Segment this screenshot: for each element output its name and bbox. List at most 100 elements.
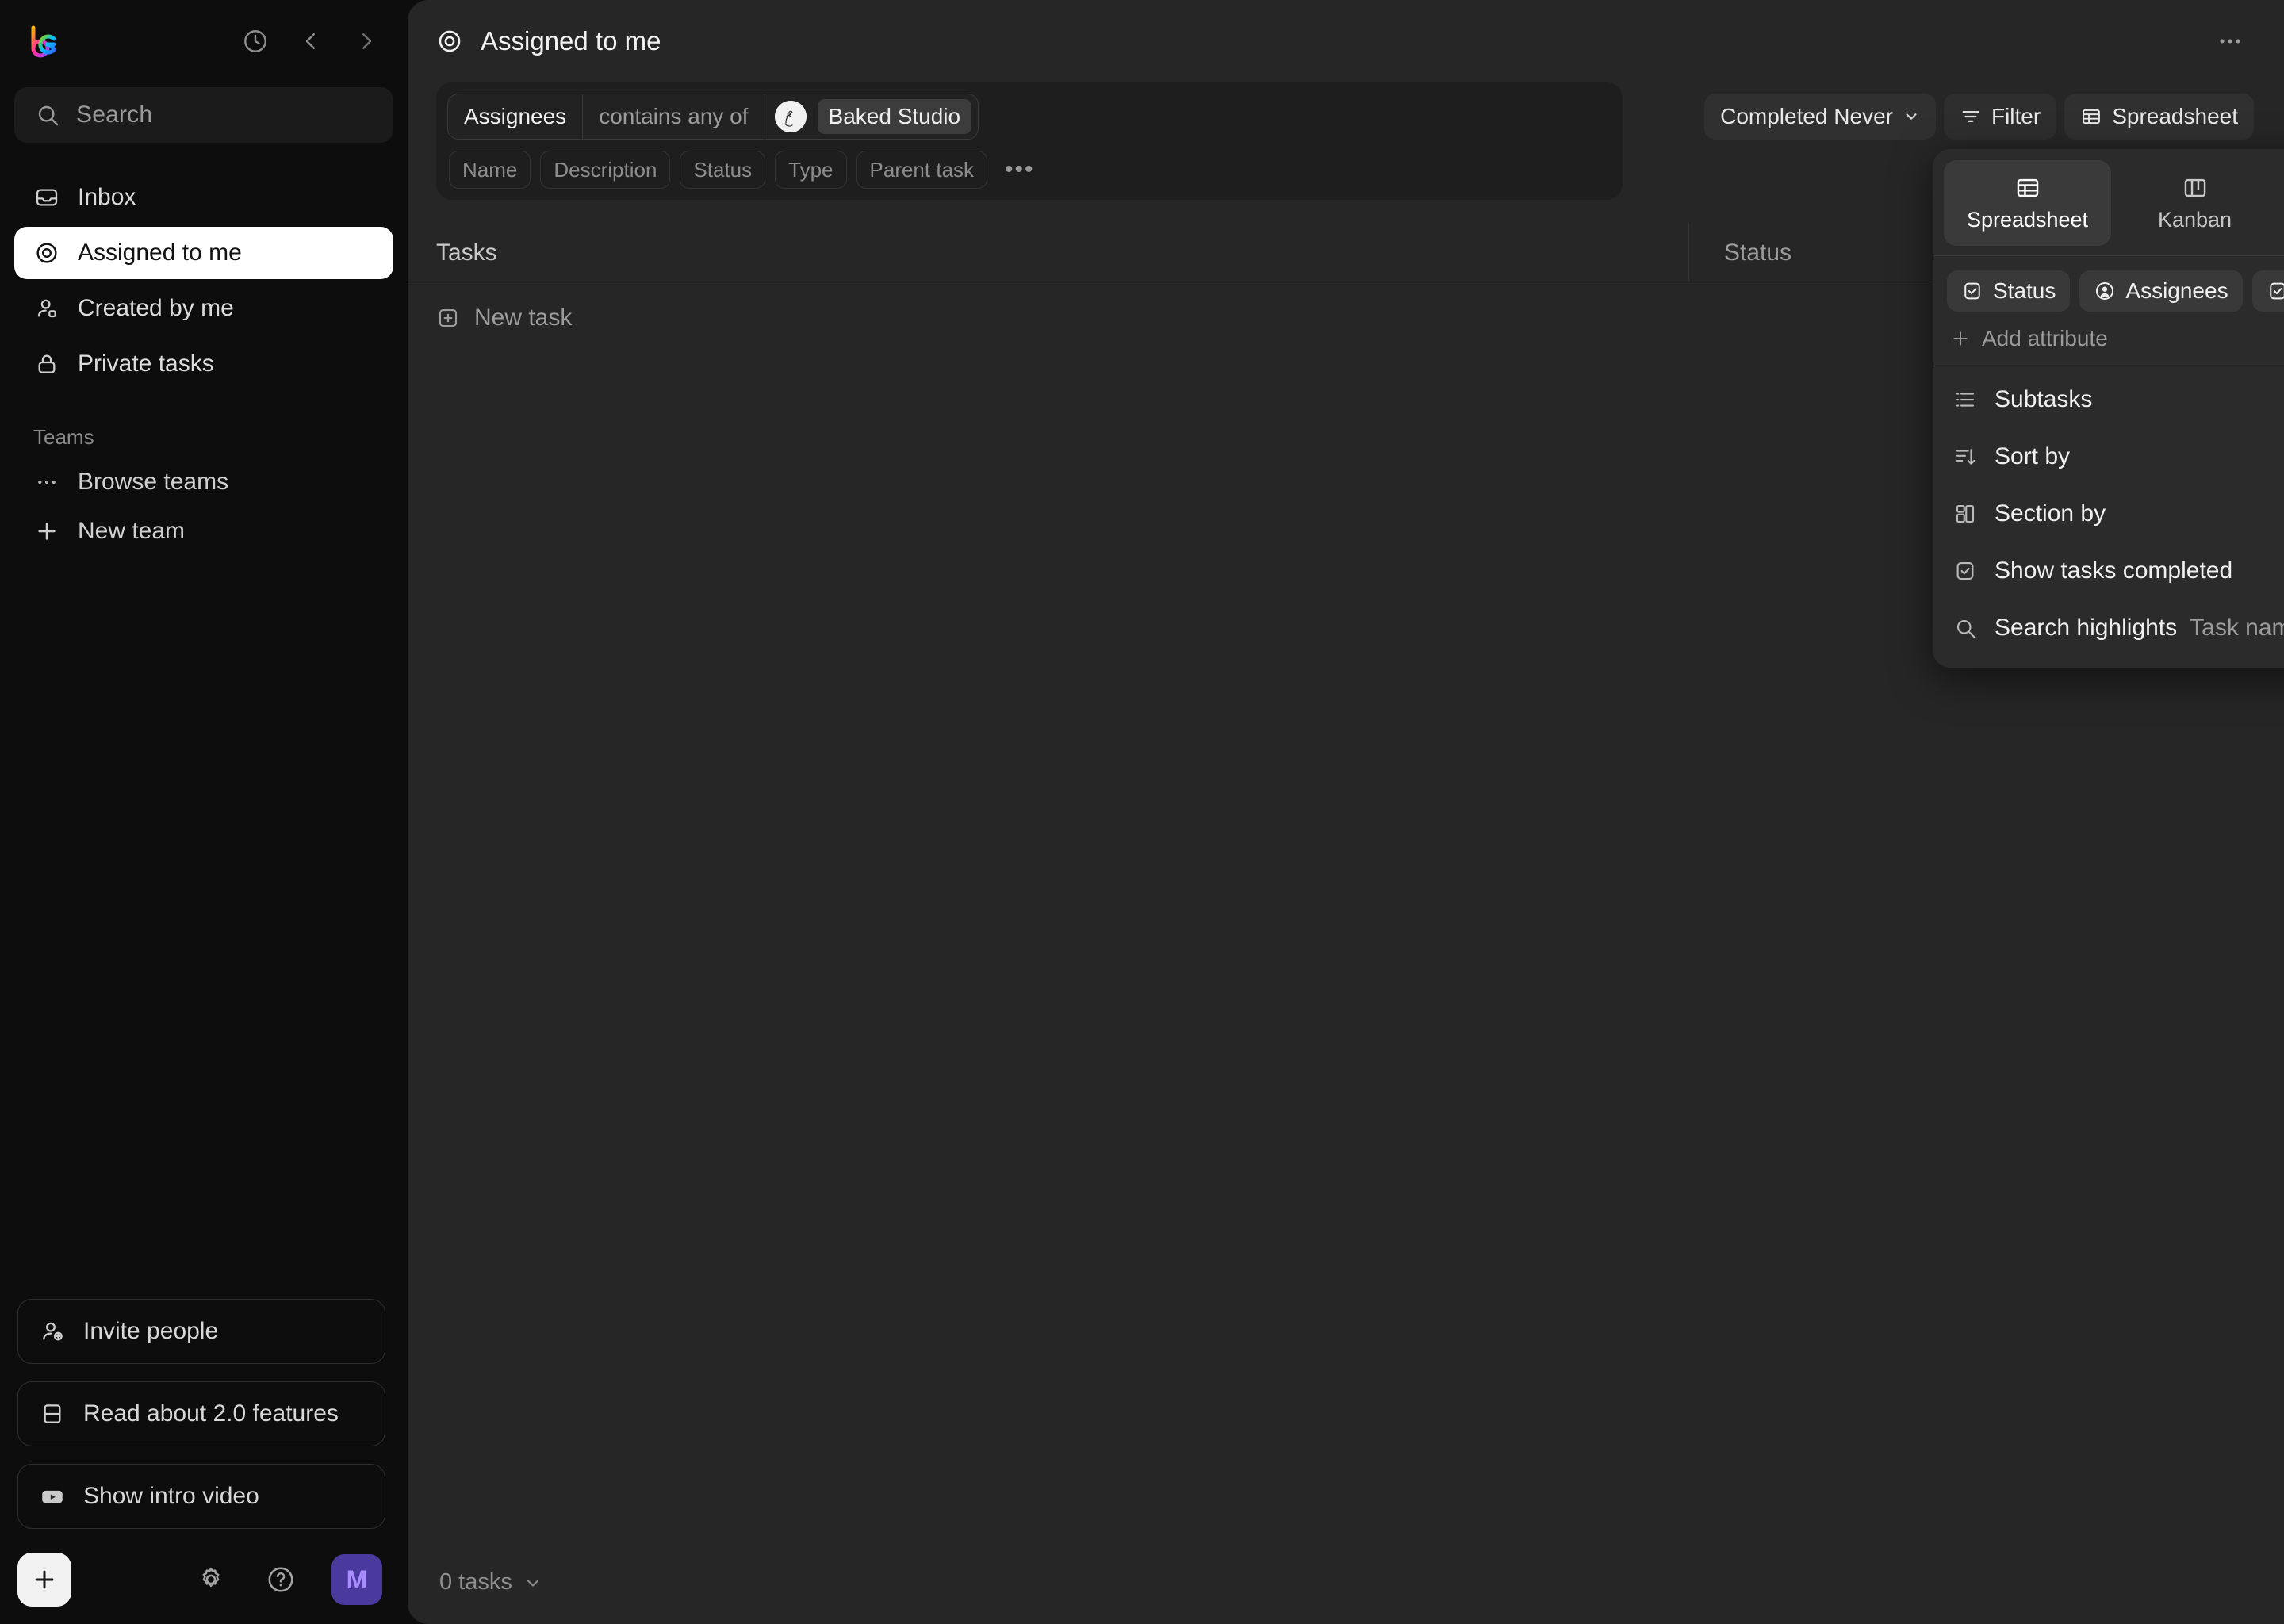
filter-shell: Assignees contains any of Baked Studio N… bbox=[436, 82, 1623, 200]
button-label: Show intro video bbox=[83, 1482, 259, 1509]
panel-attribute-chips: Status Assignees bbox=[1933, 256, 2284, 315]
button-label: Read about 2.0 features bbox=[83, 1400, 339, 1427]
sidebar-item-browse-teams[interactable]: Browse teams bbox=[14, 458, 393, 507]
new-task-label: New task bbox=[474, 304, 573, 331]
target-icon bbox=[436, 28, 463, 55]
kanban-icon bbox=[2182, 174, 2209, 201]
sidebar-item-label: Created by me bbox=[78, 295, 234, 321]
task-count[interactable]: 0 tasks bbox=[439, 1569, 542, 1595]
attribute-chip-name[interactable]: Name bbox=[449, 151, 531, 189]
question-circle-icon[interactable] bbox=[262, 1561, 300, 1599]
view-type-tabs: Spreadsheet Kanban bbox=[1933, 149, 2284, 255]
search-placeholder: Search bbox=[76, 102, 153, 128]
filter-icon bbox=[1962, 111, 1979, 122]
list-indent-icon bbox=[1952, 386, 1979, 413]
ellipsis-icon bbox=[33, 469, 60, 496]
view-options-panel: Spreadsheet Kanban Status Assignees Add … bbox=[1933, 149, 2284, 668]
tab-spreadsheet[interactable]: Spreadsheet bbox=[1944, 160, 2111, 246]
sidebar-item-label: Inbox bbox=[78, 184, 136, 210]
filter-key: Assignees bbox=[464, 104, 567, 128]
page-more-menu-button[interactable] bbox=[2209, 21, 2251, 62]
inbox-icon bbox=[33, 184, 60, 211]
attribute-chip-type[interactable]: Type bbox=[775, 151, 847, 189]
sidebar-item-new-team[interactable]: New team bbox=[14, 507, 393, 556]
person-circle-icon bbox=[2094, 280, 2116, 302]
gear-icon[interactable] bbox=[192, 1561, 230, 1599]
view-type-button[interactable]: Spreadsheet bbox=[2064, 94, 2254, 140]
check-square-icon bbox=[2267, 280, 2284, 302]
attribute-more-button[interactable]: ••• bbox=[997, 156, 1043, 183]
sidebar-footer: M bbox=[17, 1553, 385, 1607]
column-header-status: Status bbox=[1724, 239, 1792, 266]
tab-kanban[interactable]: Kanban bbox=[2111, 160, 2278, 246]
invite-people-button[interactable]: Invite people bbox=[17, 1299, 385, 1364]
filter-pill-assignees[interactable]: Assignees contains any of Baked Studio bbox=[447, 94, 979, 140]
sidebar-item-private-tasks[interactable]: Private tasks bbox=[14, 338, 393, 390]
tab-label: Spreadsheet bbox=[1966, 207, 2089, 232]
user-icon bbox=[33, 295, 60, 322]
panel-chip-status[interactable]: Status bbox=[1947, 270, 2071, 312]
sidebar-top-actions bbox=[236, 22, 385, 60]
baked-studio-avatar bbox=[774, 101, 807, 132]
sidebar-item-label: New team bbox=[78, 518, 186, 544]
spreadsheet-icon bbox=[2014, 174, 2041, 201]
filter-operator: contains any of bbox=[582, 94, 765, 139]
panel-chip-assignees[interactable]: Assignees bbox=[2079, 270, 2243, 312]
sidebar-item-assigned-to-me[interactable]: Assigned to me bbox=[14, 227, 393, 279]
toolbar-right: Completed Never Filter Spreadsheet bbox=[1704, 82, 2254, 140]
option-subtasks[interactable]: Subtasks Indented ▾ bbox=[1933, 371, 2284, 428]
add-attribute-button[interactable]: Add attribute bbox=[1933, 315, 2284, 366]
option-show-tasks-completed[interactable]: Show tasks completed Never ▾ bbox=[1933, 542, 2284, 599]
sidebar-item-created-by-me[interactable]: Created by me bbox=[14, 282, 393, 335]
task-count-label: 0 tasks bbox=[439, 1569, 512, 1595]
option-label: Sort by bbox=[1995, 443, 2071, 469]
user-plus-icon bbox=[39, 1318, 66, 1345]
tab-calendar[interactable]: Calendar bbox=[2278, 160, 2284, 246]
user-avatar[interactable]: M bbox=[331, 1554, 382, 1605]
sidebar-item-label: Assigned to me bbox=[78, 239, 242, 266]
youtube-icon bbox=[39, 1483, 66, 1510]
clock-icon[interactable] bbox=[236, 22, 274, 60]
panel-chip-type[interactable]: Type bbox=[2251, 270, 2284, 312]
column-divider[interactable] bbox=[1688, 224, 1689, 282]
sidebar-bottom: Invite people Read about 2.0 features Sh… bbox=[0, 1299, 408, 1624]
app-logo[interactable] bbox=[19, 17, 68, 66]
tab-label: Kanban bbox=[2157, 207, 2232, 232]
check-square-icon bbox=[1952, 557, 1979, 584]
sidebar-item-label: Private tasks bbox=[78, 350, 214, 377]
filter-value: Baked Studio bbox=[765, 94, 979, 139]
main-header: Assigned to me bbox=[408, 0, 2284, 82]
chip-label: Status bbox=[1993, 278, 2056, 303]
chevron-left-icon[interactable] bbox=[292, 22, 330, 60]
chevron-right-icon[interactable] bbox=[347, 22, 385, 60]
ellipsis-icon bbox=[2220, 39, 2240, 44]
option-section-by[interactable]: Section by Default (None) ▾ bbox=[1933, 485, 2284, 542]
option-search-highlights[interactable]: Search highlights Task names, messages, … bbox=[1933, 599, 2284, 657]
filter-value-chip[interactable]: Baked Studio bbox=[817, 99, 972, 134]
check-square-icon bbox=[1961, 280, 1983, 302]
attribute-chip-status[interactable]: Status bbox=[680, 151, 766, 189]
read-about-features-button[interactable]: Read about 2.0 features bbox=[17, 1381, 385, 1446]
sidebar-item-inbox[interactable]: Inbox bbox=[14, 171, 393, 224]
page-title: Assigned to me bbox=[436, 26, 661, 56]
attribute-chip-parent-task[interactable]: Parent task bbox=[856, 151, 988, 189]
search-input[interactable]: Search bbox=[14, 87, 393, 143]
panel-option-rows: Subtasks Indented ▾ Sort by Manually ▾ bbox=[1933, 366, 2284, 668]
option-label: Subtasks bbox=[1995, 386, 2093, 412]
page-title-text: Assigned to me bbox=[481, 26, 661, 56]
plus-icon bbox=[35, 1570, 54, 1589]
teams-section-label: Teams bbox=[33, 425, 94, 449]
sidebar-footer-actions: M bbox=[192, 1554, 382, 1605]
chevron-down-icon bbox=[1906, 113, 1917, 120]
app-root: Search Inbox Assigned to me Created by m… bbox=[0, 0, 2284, 1624]
lock-icon bbox=[33, 350, 60, 377]
sidebar-item-label: Browse teams bbox=[78, 469, 229, 495]
show-intro-video-button[interactable]: Show intro video bbox=[17, 1464, 385, 1529]
create-new-button[interactable] bbox=[17, 1553, 71, 1607]
book-icon bbox=[39, 1400, 66, 1427]
option-sort-by[interactable]: Sort by Manually ▾ bbox=[1933, 428, 2284, 485]
filter-button[interactable]: Filter bbox=[1943, 94, 2057, 140]
completed-filter-button[interactable]: Completed Never bbox=[1704, 94, 1936, 140]
attribute-chip-description[interactable]: Description bbox=[540, 151, 671, 189]
